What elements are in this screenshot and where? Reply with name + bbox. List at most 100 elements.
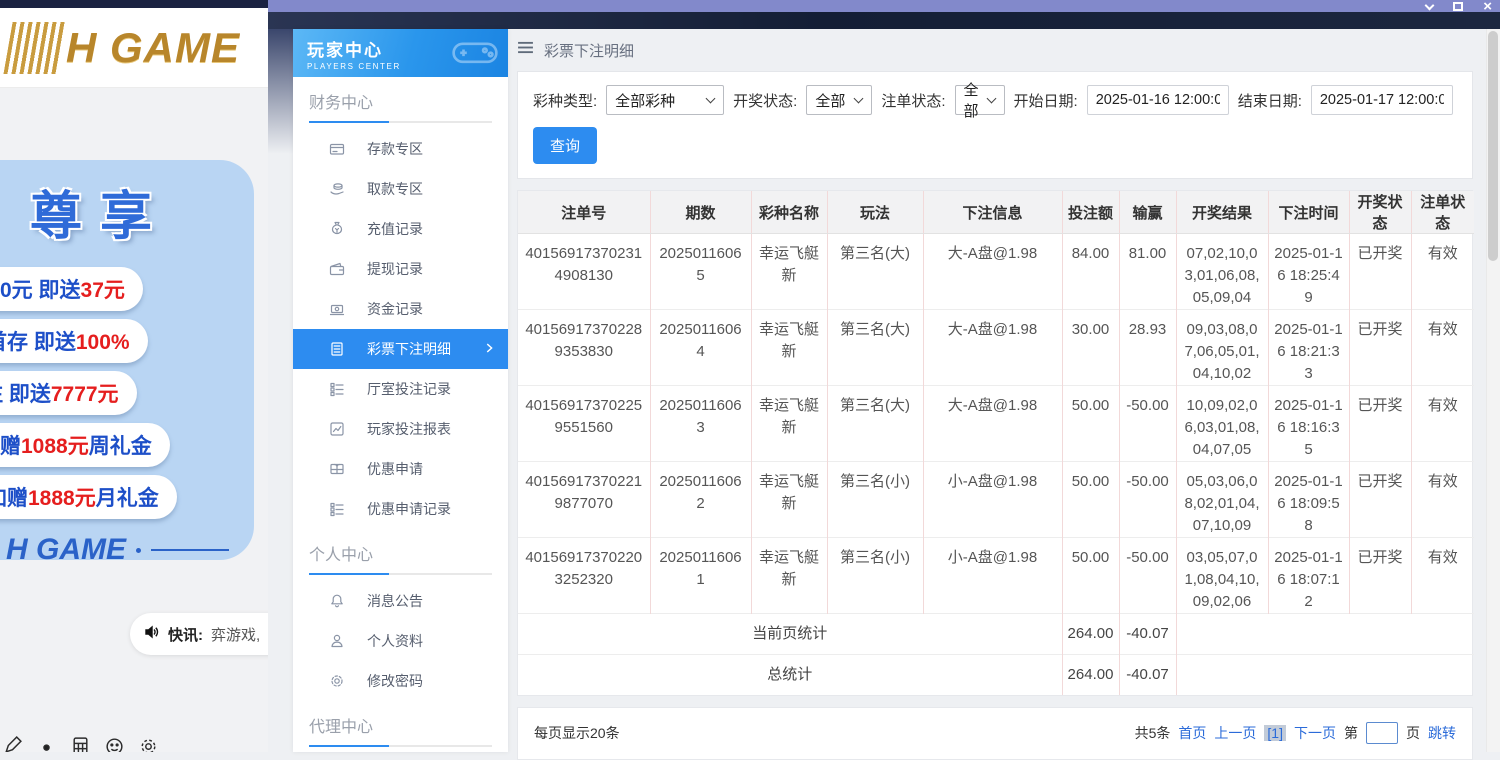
top-nav-bar xyxy=(268,12,1500,29)
lottery-detail-icon xyxy=(329,341,345,357)
smiley-icon[interactable] xyxy=(104,735,125,752)
sidebar-item-label: 优惠申请记录 xyxy=(367,499,451,519)
promo-banner-text: 首存 即送 xyxy=(0,331,76,354)
bet-status-select[interactable]: 全部 xyxy=(955,85,1005,115)
news-ticker[interactable]: 快讯: 弈游戏, xyxy=(130,613,268,655)
gamepad-icon xyxy=(452,37,498,67)
table-cell: 2025-01-16 18:25:49 xyxy=(1268,234,1349,310)
sidebar: 玩家中心 PLAYERS CENTER 财务中心存款专区取款专区充值记录提现记录… xyxy=(293,29,508,752)
table-cell: -50.00 xyxy=(1119,386,1176,462)
lottery-type-label: 彩种类型: xyxy=(533,90,597,111)
prev-page-link[interactable]: 上一页 xyxy=(1214,723,1256,743)
column-header: 输赢 xyxy=(1119,191,1176,234)
end-date-input[interactable] xyxy=(1311,85,1453,115)
withdraw-hand-icon xyxy=(329,181,345,197)
column-header: 彩种名称 xyxy=(751,191,827,234)
table-cell: 401569173702219877070 xyxy=(518,462,650,538)
table-cell: 03,05,07,01,08,04,10,09,02,06 xyxy=(1176,538,1268,614)
bet-table: 注单号期数彩种名称玩法下注信息投注额输赢开奖结果下注时间开奖状态注单状态4015… xyxy=(518,191,1474,695)
sidebar-item[interactable]: 存款专区 xyxy=(293,129,508,169)
bet-status-value: 全部 xyxy=(964,79,980,121)
table-cell: 50.00 xyxy=(1062,538,1119,614)
table-cell: 401569173702203252320 xyxy=(518,538,650,614)
jump-page-input[interactable] xyxy=(1366,722,1398,744)
lottery-type-select[interactable]: 全部彩种 xyxy=(606,85,724,115)
sidebar-item[interactable]: 充值记录 xyxy=(293,209,508,249)
start-date-input[interactable] xyxy=(1087,85,1229,115)
summary-row: 总统计264.00-40.07 xyxy=(518,654,1474,694)
summary-label: 总统计 xyxy=(518,654,1062,694)
promo-banner-text: 37元 xyxy=(81,279,125,302)
next-page-link[interactable]: 下一页 xyxy=(1294,723,1336,743)
first-page-link[interactable]: 首页 xyxy=(1178,723,1206,743)
jump-button[interactable]: 跳转 xyxy=(1428,723,1456,743)
page-title: 彩票下注明细 xyxy=(544,40,634,61)
promo-banner-text: 1088元 xyxy=(21,435,89,458)
promo-banner[interactable]: 注 即送7777元 xyxy=(0,371,137,415)
chevron-down-icon[interactable] xyxy=(1425,1,1435,11)
table-cell: 2025-01-16 18:16:35 xyxy=(1268,386,1349,462)
calculator-icon[interactable] xyxy=(70,735,91,752)
sidebar-item[interactable]: 个人资料 xyxy=(293,621,508,661)
sidebar-section-title: 个人中心 xyxy=(293,529,508,573)
close-icon[interactable]: × xyxy=(1483,2,1492,12)
table-cell: 有效 xyxy=(1411,538,1474,614)
scrollbar-track[interactable] xyxy=(1486,29,1500,752)
summary-bet-total: 264.00 xyxy=(1062,654,1119,694)
table-cell: 有效 xyxy=(1411,234,1474,310)
bell-icon xyxy=(329,593,345,609)
table-cell: -50.00 xyxy=(1119,538,1176,614)
table-cell: 20250116061 xyxy=(650,538,751,614)
draw-status-label: 开奖状态: xyxy=(733,90,797,111)
query-button[interactable]: 查询 xyxy=(533,127,597,164)
sidebar-item[interactable]: 彩票下注明细 xyxy=(293,329,508,369)
logo: H GAME xyxy=(0,8,268,88)
promo-banner-text: 7777元 xyxy=(51,383,119,406)
table-cell: 401569173702289353830 xyxy=(518,310,650,386)
sidebar-item[interactable]: 资金记录 xyxy=(293,289,508,329)
logo-text: H GAME xyxy=(66,24,240,72)
sidebar-item-label: 取款专区 xyxy=(367,179,423,199)
promo-headline: 尊享 xyxy=(30,174,254,249)
draw-status-select[interactable]: 全部 xyxy=(806,85,872,115)
recharge-bag-icon xyxy=(329,221,345,237)
summary-winloss-total: -40.07 xyxy=(1119,654,1176,694)
sidebar-item-label: 修改密码 xyxy=(367,671,423,691)
promo-record-icon xyxy=(329,501,345,517)
hamburger-icon[interactable] xyxy=(517,41,534,59)
table-cell: 幸运飞艇新 xyxy=(751,386,827,462)
restore-icon[interactable] xyxy=(1453,2,1463,11)
table-cell: 2025-01-16 18:09:58 xyxy=(1268,462,1349,538)
table-row: 40156917370231490813020250116065幸运飞艇新第三名… xyxy=(518,234,1474,310)
promo-banner[interactable]: 加赠1088元周礼金 xyxy=(0,423,170,467)
table-cell: 401569173702259551560 xyxy=(518,386,650,462)
promo-banner[interactable]: 0元 即送37元 xyxy=(0,267,143,311)
draw-status-value: 全部 xyxy=(815,90,845,111)
table-cell: 有效 xyxy=(1411,462,1474,538)
promo-banner[interactable]: 加赠1888元月礼金 xyxy=(0,475,177,519)
table-cell: 小-A盘@1.98 xyxy=(923,538,1062,614)
sidebar-item[interactable]: 厅室投注记录 xyxy=(293,369,508,409)
sidebar-item-label: 消息公告 xyxy=(367,591,423,611)
bet-table-card: 注单号期数彩种名称玩法下注信息投注额输赢开奖结果下注时间开奖状态注单状态4015… xyxy=(517,190,1473,696)
table-row: 40156917370225955156020250116063幸运飞艇新第三名… xyxy=(518,386,1474,462)
sidebar-item[interactable]: 玩家投注报表 xyxy=(293,409,508,449)
end-date-label: 结束日期: xyxy=(1238,90,1302,111)
dot-icon[interactable] xyxy=(36,735,57,752)
table-cell: 30.00 xyxy=(1062,310,1119,386)
sidebar-item[interactable]: 消息公告 xyxy=(293,581,508,621)
chevron-right-icon xyxy=(482,341,496,355)
main-content: 彩票下注明细 彩种类型: 全部彩种 开奖状态: 全部 注单状态: 全部 xyxy=(517,29,1473,752)
sidebar-item[interactable]: 取款专区 xyxy=(293,169,508,209)
chevron-down-icon xyxy=(854,94,864,104)
sidebar-item[interactable]: 提现记录 xyxy=(293,249,508,289)
scrollbar-thumb[interactable] xyxy=(1488,31,1498,261)
sidebar-item[interactable]: 优惠申请 xyxy=(293,449,508,489)
sidebar-item[interactable]: 修改密码 xyxy=(293,661,508,701)
promo-banner[interactable]: 首存 即送100% xyxy=(0,319,148,363)
pen-icon[interactable] xyxy=(2,735,23,752)
page-size-text: 每页显示20条 xyxy=(534,723,620,743)
sidebar-item[interactable]: 优惠申请记录 xyxy=(293,489,508,529)
lottery-type-value: 全部彩种 xyxy=(615,90,675,111)
settings-icon[interactable] xyxy=(138,735,159,752)
